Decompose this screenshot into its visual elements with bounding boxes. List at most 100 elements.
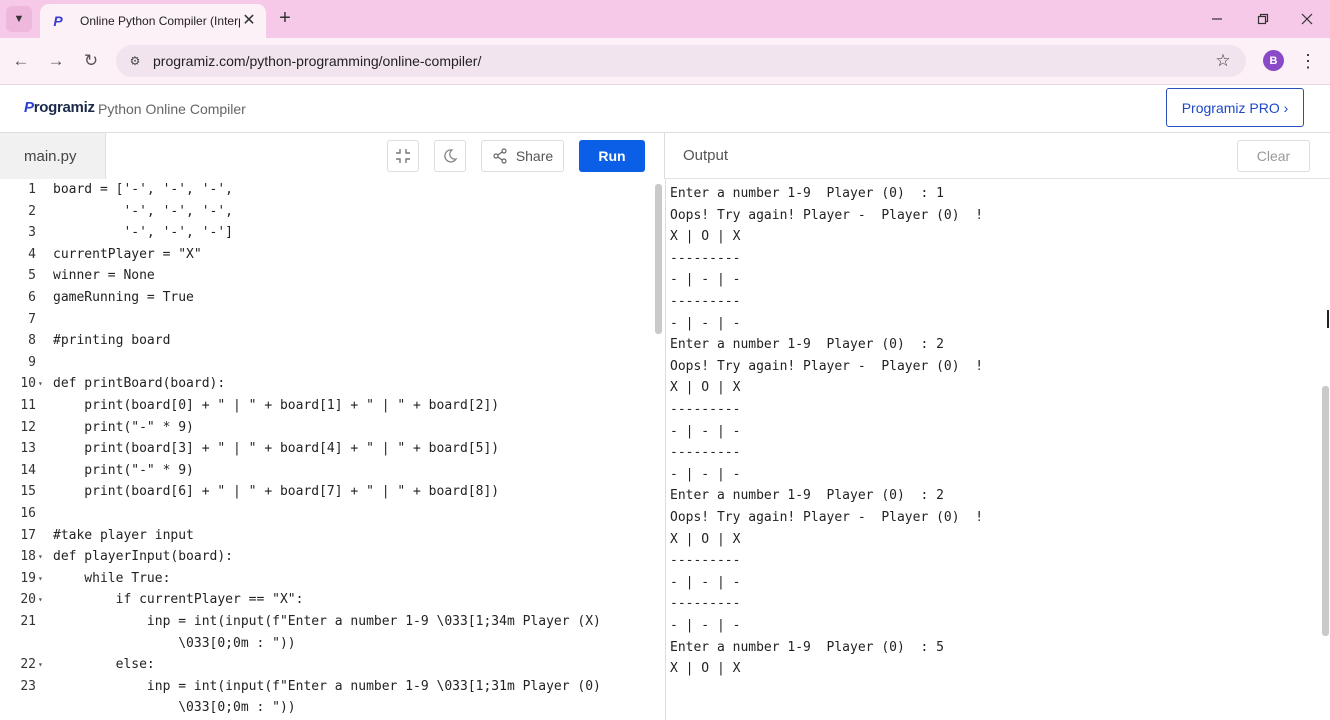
output-line: - | - | - — [670, 272, 741, 288]
code-editor[interactable]: 1 board = ['-', '-', '-', 2 '-', '-', '-',… — [0, 179, 664, 720]
output-line: - | - | - — [670, 423, 741, 439]
output-scrollbar[interactable] — [1322, 386, 1329, 636]
fold-arrow-icon[interactable]: ▾ — [38, 373, 43, 395]
code-line[interactable]: 1 board = ['-', '-', '-', — [0, 179, 650, 201]
code-line[interactable]: 20 ▾ if currentPlayer == "X": — [0, 589, 650, 611]
minimize-icon[interactable] — [1204, 6, 1230, 32]
new-tab-icon[interactable]: + — [274, 8, 296, 30]
address-bar[interactable]: ⚙ programiz.com/python-programming/onlin… — [116, 45, 1246, 77]
code-text: inp = int(input(f"Enter a number 1-9 \03… — [53, 678, 601, 694]
line-number: 12 — [20, 419, 36, 435]
output-line: - | - | - — [670, 574, 741, 590]
code-line[interactable]: 14 print("-" * 9) — [0, 460, 650, 482]
site-info-icon[interactable]: ⚙ — [126, 52, 144, 70]
back-icon[interactable]: ← — [8, 48, 34, 74]
code-text: winner = None — [53, 268, 155, 284]
site-header: Programiz Python Online Compiler Program… — [0, 85, 1330, 133]
code-text: inp = int(input(f"Enter a number 1-9 \03… — [53, 614, 601, 629]
line-number: 8 — [28, 333, 36, 349]
code-text: \033[0;0m : ")) — [53, 700, 296, 716]
code-text: print(board[3] + " | " + board[4] + " | … — [53, 441, 500, 457]
code-line[interactable]: 18 ▾ def playerInput(board): — [0, 546, 650, 568]
code-line[interactable]: \033[0;0m : ")) — [0, 633, 650, 655]
code-line[interactable]: 23 inp = int(input(f"Enter a number 1-9 … — [0, 676, 650, 698]
code-line[interactable]: 17 #take player input — [0, 525, 650, 547]
code-line[interactable]: 9 — [0, 352, 650, 374]
code-line[interactable]: 10 ▾ def printBoard(board): — [0, 373, 650, 395]
code-line[interactable]: 7 — [0, 309, 650, 331]
code-line[interactable]: 22 ▾ else: — [0, 654, 650, 676]
code-text: '-', '-', '-', — [53, 203, 234, 219]
code-line[interactable]: 13 print(board[3] + " | " + board[4] + "… — [0, 438, 650, 460]
bookmark-star-icon[interactable]: ☆ — [1212, 50, 1234, 72]
programiz-logo[interactable]: Programiz — [24, 99, 95, 116]
output-line: X | O | X — [670, 531, 741, 547]
line-number: 21 — [20, 614, 36, 629]
run-button[interactable]: Run — [579, 140, 645, 172]
output-line: X | O | X — [670, 661, 741, 677]
output-line: --------- — [670, 294, 741, 309]
code-line[interactable]: 19 ▾ while True: — [0, 568, 650, 590]
line-number: 14 — [20, 462, 36, 478]
output-line: --------- — [670, 553, 741, 569]
code-line[interactable]: 3 '-', '-', '-'] — [0, 222, 650, 244]
reload-icon[interactable]: ↻ — [78, 48, 104, 74]
code-text: gameRunning = True — [53, 290, 194, 305]
fold-arrow-icon[interactable]: ▾ — [38, 568, 43, 590]
code-line[interactable]: 5 winner = None — [0, 265, 650, 287]
code-line[interactable]: 2 '-', '-', '-', — [0, 201, 650, 223]
tab-search-icon[interactable]: ▼ — [6, 6, 32, 32]
code-text: def printBoard(board): — [53, 376, 226, 392]
browser-menu-icon[interactable]: ⋮ — [1298, 50, 1318, 72]
code-line[interactable]: 21 inp = int(input(f"Enter a number 1-9 … — [0, 611, 650, 633]
code-line[interactable]: 6 gameRunning = True — [0, 287, 650, 309]
line-number: 22 — [20, 657, 36, 673]
line-number: 16 — [20, 506, 36, 521]
file-tab[interactable]: main.py — [0, 133, 106, 179]
output-line: Enter a number 1-9 Player (0) : 5 — [670, 639, 944, 655]
code-text: #take player input — [53, 527, 194, 543]
close-window-icon[interactable] — [1294, 6, 1320, 32]
forward-icon[interactable]: → — [43, 48, 69, 74]
line-number: 7 — [28, 311, 36, 327]
line-number: 18 — [20, 549, 36, 565]
code-text: while True: — [53, 570, 171, 586]
line-number: 1 — [28, 182, 36, 197]
line-number: 13 — [20, 441, 36, 457]
profile-avatar[interactable]: B — [1263, 50, 1284, 71]
dark-mode-moon-icon[interactable] — [434, 140, 466, 172]
code-line[interactable]: 8 #printing board — [0, 330, 650, 352]
line-number: 6 — [28, 290, 36, 305]
programiz-favicon-icon: P — [53, 13, 63, 29]
fold-arrow-icon[interactable]: ▾ — [38, 546, 43, 568]
clear-button[interactable]: Clear — [1237, 140, 1310, 172]
output-line: X | O | X — [670, 380, 741, 396]
share-icon — [493, 148, 507, 164]
browser-tab[interactable]: P Online Python Compiler (Interp ✕ — [40, 4, 266, 38]
share-button[interactable]: Share — [481, 140, 564, 172]
output-line: Oops! Try again! Player - Player (0) ! — [670, 207, 984, 223]
code-text: print(board[0] + " | " + board[1] + " | … — [53, 398, 500, 413]
code-line[interactable]: 15 print(board[6] + " | " + board[7] + "… — [0, 481, 650, 503]
line-number: 19 — [20, 570, 36, 586]
fullscreen-exit-icon[interactable] — [387, 140, 419, 172]
code-line[interactable]: \033[0;0m : ")) — [0, 697, 650, 719]
programiz-pro-button[interactable]: Programiz PRO › — [1166, 88, 1304, 127]
code-line[interactable]: 16 — [0, 503, 650, 525]
fold-arrow-icon[interactable]: ▾ — [38, 654, 43, 676]
code-line[interactable]: 11 print(board[0] + " | " + board[1] + "… — [0, 395, 650, 417]
tab-title: Online Python Compiler (Interp — [80, 14, 240, 28]
restore-icon[interactable] — [1250, 6, 1276, 32]
code-text: '-', '-', '-'] — [53, 225, 234, 241]
code-text: #printing board — [53, 333, 171, 349]
tab-close-icon[interactable]: ✕ — [240, 12, 258, 30]
output-line: Oops! Try again! Player - Player (0) ! — [670, 358, 984, 374]
editor-scrollbar[interactable] — [655, 184, 662, 334]
line-number: 3 — [28, 225, 36, 241]
output-line: - | - | - — [670, 315, 741, 331]
url-text[interactable]: programiz.com/python-programming/online-… — [153, 53, 481, 69]
code-line[interactable]: 12 print("-" * 9) — [0, 417, 650, 439]
code-line[interactable]: 4 currentPlayer = "X" — [0, 244, 650, 266]
output-console[interactable]: Enter a number 1-9 Player (0) : 1 Oops! T… — [665, 179, 1330, 720]
fold-arrow-icon[interactable]: ▾ — [38, 589, 43, 611]
